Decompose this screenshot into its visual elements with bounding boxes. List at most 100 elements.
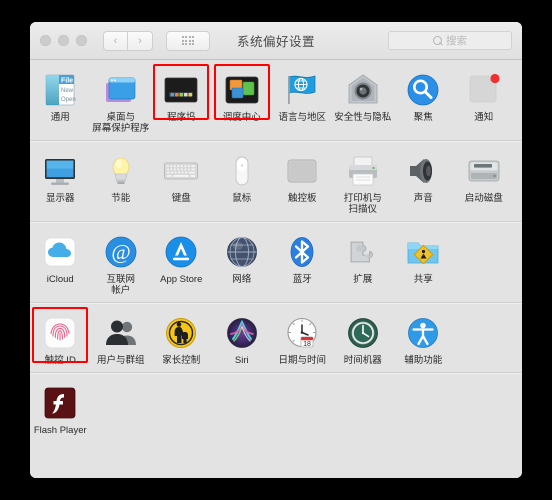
pref-pane-flash-player[interactable]: Flash Player xyxy=(30,381,91,436)
app-store-icon xyxy=(162,233,200,271)
pane-label: 程序坞 xyxy=(166,112,196,123)
pane-row: File New Open 通用 桌面与 屏幕保护程序 程序坞 调度中心 语言与地区 安全性与隐私… xyxy=(30,60,522,141)
pane-label: 打印机与 扫描仪 xyxy=(343,193,382,215)
preference-panes-grid: File New Open 通用 桌面与 屏幕保护程序 程序坞 调度中心 语言与地区 安全性与隐私… xyxy=(30,60,522,478)
sharing-icon xyxy=(404,233,442,271)
pane-label: Siri xyxy=(234,355,249,366)
pref-pane-trackpad[interactable]: 触控板 xyxy=(272,149,333,215)
pref-pane-keyboard[interactable]: 键盘 xyxy=(151,149,212,215)
pref-pane-spotlight[interactable]: 聚焦 xyxy=(393,68,454,134)
pref-pane-security-privacy[interactable]: 安全性与隐私 xyxy=(333,68,394,134)
pref-pane-icloud[interactable]: iCloud xyxy=(30,230,91,296)
pane-label: 辅助功能 xyxy=(404,355,443,366)
pref-pane-app-store[interactable]: App Store xyxy=(151,230,212,296)
printers-scanners-icon xyxy=(344,152,382,190)
system-preferences-window: ‹ › 系统偏好设置 搜索 File New Open 通用 桌面与 屏幕保护程序 程序坞 调… xyxy=(30,22,522,478)
siri-icon xyxy=(223,314,261,352)
pref-pane-mouse[interactable]: 鼠标 xyxy=(212,149,273,215)
general-icon: File New Open xyxy=(41,71,79,109)
pane-label: 桌面与 屏幕保护程序 xyxy=(92,112,150,134)
minimize-button[interactable] xyxy=(58,35,69,46)
energy-saver-icon xyxy=(102,152,140,190)
pane-label: 触控 ID xyxy=(44,355,76,366)
pane-label: 启动磁盘 xyxy=(464,193,503,204)
pref-pane-mission-control[interactable]: 调度中心 xyxy=(212,64,273,134)
date-time-icon: 18 xyxy=(283,314,321,352)
pane-row: iCloud @ 互联网 帐户 App Store 网络 蓝牙 扩展 共享 xyxy=(30,222,522,303)
startup-disk-icon xyxy=(465,152,503,190)
svg-text:Open: Open xyxy=(61,97,76,103)
pane-label: 调度中心 xyxy=(222,112,261,123)
grid-icon xyxy=(181,35,195,46)
dock-icon xyxy=(162,71,200,109)
pane-label: 共享 xyxy=(413,274,433,285)
pref-pane-notifications[interactable]: 通知 xyxy=(454,68,515,134)
internet-accounts-icon: @ xyxy=(102,233,140,271)
pref-pane-touch-id[interactable]: 触控 ID xyxy=(30,307,91,366)
pane-label: 键盘 xyxy=(171,193,191,204)
pane-label: 扩展 xyxy=(353,274,373,285)
pref-pane-language-region[interactable]: 语言与地区 xyxy=(272,68,333,134)
pane-label: 通知 xyxy=(474,112,494,123)
pref-pane-sound[interactable]: 声音 xyxy=(393,149,454,215)
pane-label: 节能 xyxy=(111,193,131,204)
svg-text:@: @ xyxy=(111,240,130,264)
pane-row: Flash Player xyxy=(30,373,522,442)
trackpad-icon xyxy=(283,152,321,190)
pref-pane-accessibility[interactable]: 辅助功能 xyxy=(393,311,454,366)
time-machine-icon xyxy=(344,314,382,352)
pref-pane-internet-accounts[interactable]: @ 互联网 帐户 xyxy=(91,230,152,296)
navigation-buttons: ‹ › xyxy=(103,30,153,51)
accessibility-icon xyxy=(404,314,442,352)
pane-label: App Store xyxy=(160,274,203,285)
pref-pane-network[interactable]: 网络 xyxy=(212,230,273,296)
window-titlebar: ‹ › 系统偏好设置 搜索 xyxy=(30,22,522,60)
show-all-button[interactable] xyxy=(166,30,210,51)
svg-text:18: 18 xyxy=(303,341,311,348)
desktop-screensaver-icon xyxy=(102,71,140,109)
pref-pane-siri[interactable]: Siri xyxy=(212,311,273,366)
pref-pane-time-machine[interactable]: 时间机器 xyxy=(333,311,394,366)
displays-icon xyxy=(41,152,79,190)
pref-pane-dock[interactable]: 程序坞 xyxy=(151,64,212,134)
sound-icon xyxy=(404,152,442,190)
pref-pane-date-time[interactable]: 18 日期与时间 xyxy=(272,311,333,366)
pane-row: 触控 ID 用户与群组 家长控制 Siri 18 日期与时间 时间机器 辅助功能 xyxy=(30,303,522,373)
pref-pane-energy-saver[interactable]: 节能 xyxy=(91,149,152,215)
search-placeholder: 搜索 xyxy=(446,35,467,47)
pane-label: 显示器 xyxy=(45,193,75,204)
spotlight-icon xyxy=(404,71,442,109)
zoom-button[interactable] xyxy=(76,35,87,46)
close-button[interactable] xyxy=(40,35,51,46)
pane-label: 触控板 xyxy=(287,193,317,204)
pref-pane-parental-controls[interactable]: 家长控制 xyxy=(151,311,212,366)
pref-pane-general[interactable]: File New Open 通用 xyxy=(30,68,91,134)
search-field[interactable]: 搜索 xyxy=(388,31,512,50)
pane-label: 家长控制 xyxy=(162,355,201,366)
notifications-icon xyxy=(465,71,503,109)
mouse-icon xyxy=(223,152,261,190)
pref-pane-bluetooth[interactable]: 蓝牙 xyxy=(272,230,333,296)
pane-label: 互联网 帐户 xyxy=(106,274,135,296)
pane-label: 用户与群组 xyxy=(96,355,145,366)
pane-label: 语言与地区 xyxy=(278,112,326,123)
forward-button[interactable]: › xyxy=(128,30,153,51)
back-button[interactable]: ‹ xyxy=(103,30,128,51)
pref-pane-printers-scanners[interactable]: 打印机与 扫描仪 xyxy=(333,149,394,215)
pref-pane-sharing[interactable]: 共享 xyxy=(393,230,454,296)
pane-label: 鼠标 xyxy=(232,193,252,204)
pref-pane-startup-disk[interactable]: 启动磁盘 xyxy=(454,149,515,215)
pane-label: iCloud xyxy=(46,274,74,285)
language-region-icon xyxy=(283,71,321,109)
parental-controls-icon xyxy=(162,314,200,352)
pane-label: 安全性与隐私 xyxy=(334,112,392,123)
pref-pane-desktop-screensaver[interactable]: 桌面与 屏幕保护程序 xyxy=(91,68,152,134)
pref-pane-users-groups[interactable]: 用户与群组 xyxy=(91,311,152,366)
pane-label: 日期与时间 xyxy=(278,355,326,366)
pane-row: 显示器 节能 键盘 鼠标 触控板 打印机与 扫描仪 声音 启动磁盘 xyxy=(30,141,522,222)
security-privacy-icon xyxy=(344,71,382,109)
pref-pane-displays[interactable]: 显示器 xyxy=(30,149,91,215)
pane-label: Flash Player xyxy=(33,425,87,436)
pane-label: 通用 xyxy=(50,112,70,123)
pref-pane-extensions[interactable]: 扩展 xyxy=(333,230,394,296)
